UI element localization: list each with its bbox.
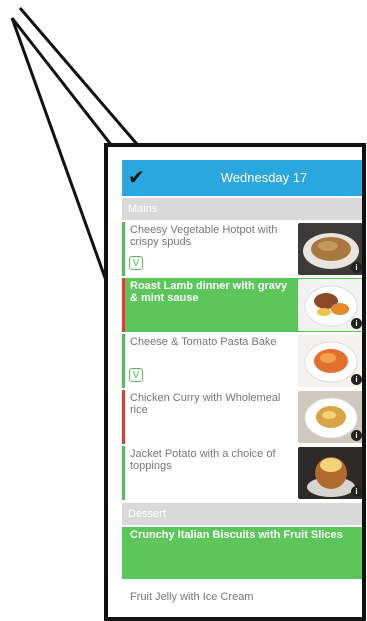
section-dessert: Dessert: [122, 503, 362, 525]
meal-name: Chicken Curry with Wholemeal rice: [130, 392, 281, 416]
phone-screen: ✔ Wednesday 17 Mains Cheesy Vegetable Ho…: [104, 143, 366, 621]
meal-item[interactable]: Cheesy Vegetable Hotpot with crispy spud…: [122, 222, 362, 276]
meal-photo: i: [298, 447, 362, 499]
checkmark-icon[interactable]: ✔: [128, 163, 145, 193]
info-icon[interactable]: i: [351, 318, 362, 329]
meal-name: Cheese & Tomato Pasta Bake: [130, 336, 277, 348]
meal-name: Roast Lamb dinner with gravy & mint saus…: [130, 280, 288, 304]
meal-name: Jacket Potato with a choice of toppings: [130, 448, 276, 472]
status-bar: [122, 390, 125, 444]
status-bar: [122, 278, 125, 332]
meal-photo: i: [298, 391, 362, 443]
status-bar: [122, 446, 125, 500]
day-header: ✔ Wednesday 17: [122, 160, 362, 196]
meal-item[interactable]: Cheese & Tomato Pasta Bake V i: [122, 334, 362, 388]
info-icon[interactable]: i: [351, 374, 362, 385]
header-date: Wednesday 17: [220, 170, 308, 185]
meal-item[interactable]: Jacket Potato with a choice of toppings …: [122, 446, 362, 500]
meal-photo: i: [298, 335, 362, 387]
meal-item[interactable]: Chicken Curry with Wholemeal rice i: [122, 390, 362, 444]
meal-photo: i: [298, 223, 362, 275]
info-icon[interactable]: i: [351, 430, 362, 441]
meal-name: Cheesy Vegetable Hotpot with crispy spud…: [130, 224, 278, 248]
dessert-name: Crunchy Italian Biscuits with Fruit Slic…: [130, 529, 343, 541]
status-bar: [122, 222, 125, 276]
info-icon[interactable]: i: [351, 262, 362, 273]
vegetarian-icon: V: [129, 256, 143, 270]
meal-item[interactable]: Roast Lamb dinner with gravy & mint saus…: [122, 278, 362, 332]
vegetarian-icon: V: [129, 368, 143, 382]
section-mains: Mains: [122, 198, 362, 220]
dessert-item[interactable]: Fruit Jelly with Ice Cream: [122, 585, 362, 611]
info-icon[interactable]: i: [351, 486, 362, 497]
dessert-item[interactable]: Crunchy Italian Biscuits with Fruit Slic…: [122, 527, 362, 579]
section-mains-label: Mains: [128, 203, 158, 215]
section-dessert-label: Dessert: [128, 508, 166, 520]
dessert-name: Fruit Jelly with Ice Cream: [130, 591, 254, 603]
meal-photo: i: [298, 279, 362, 331]
status-bar: [122, 334, 125, 388]
